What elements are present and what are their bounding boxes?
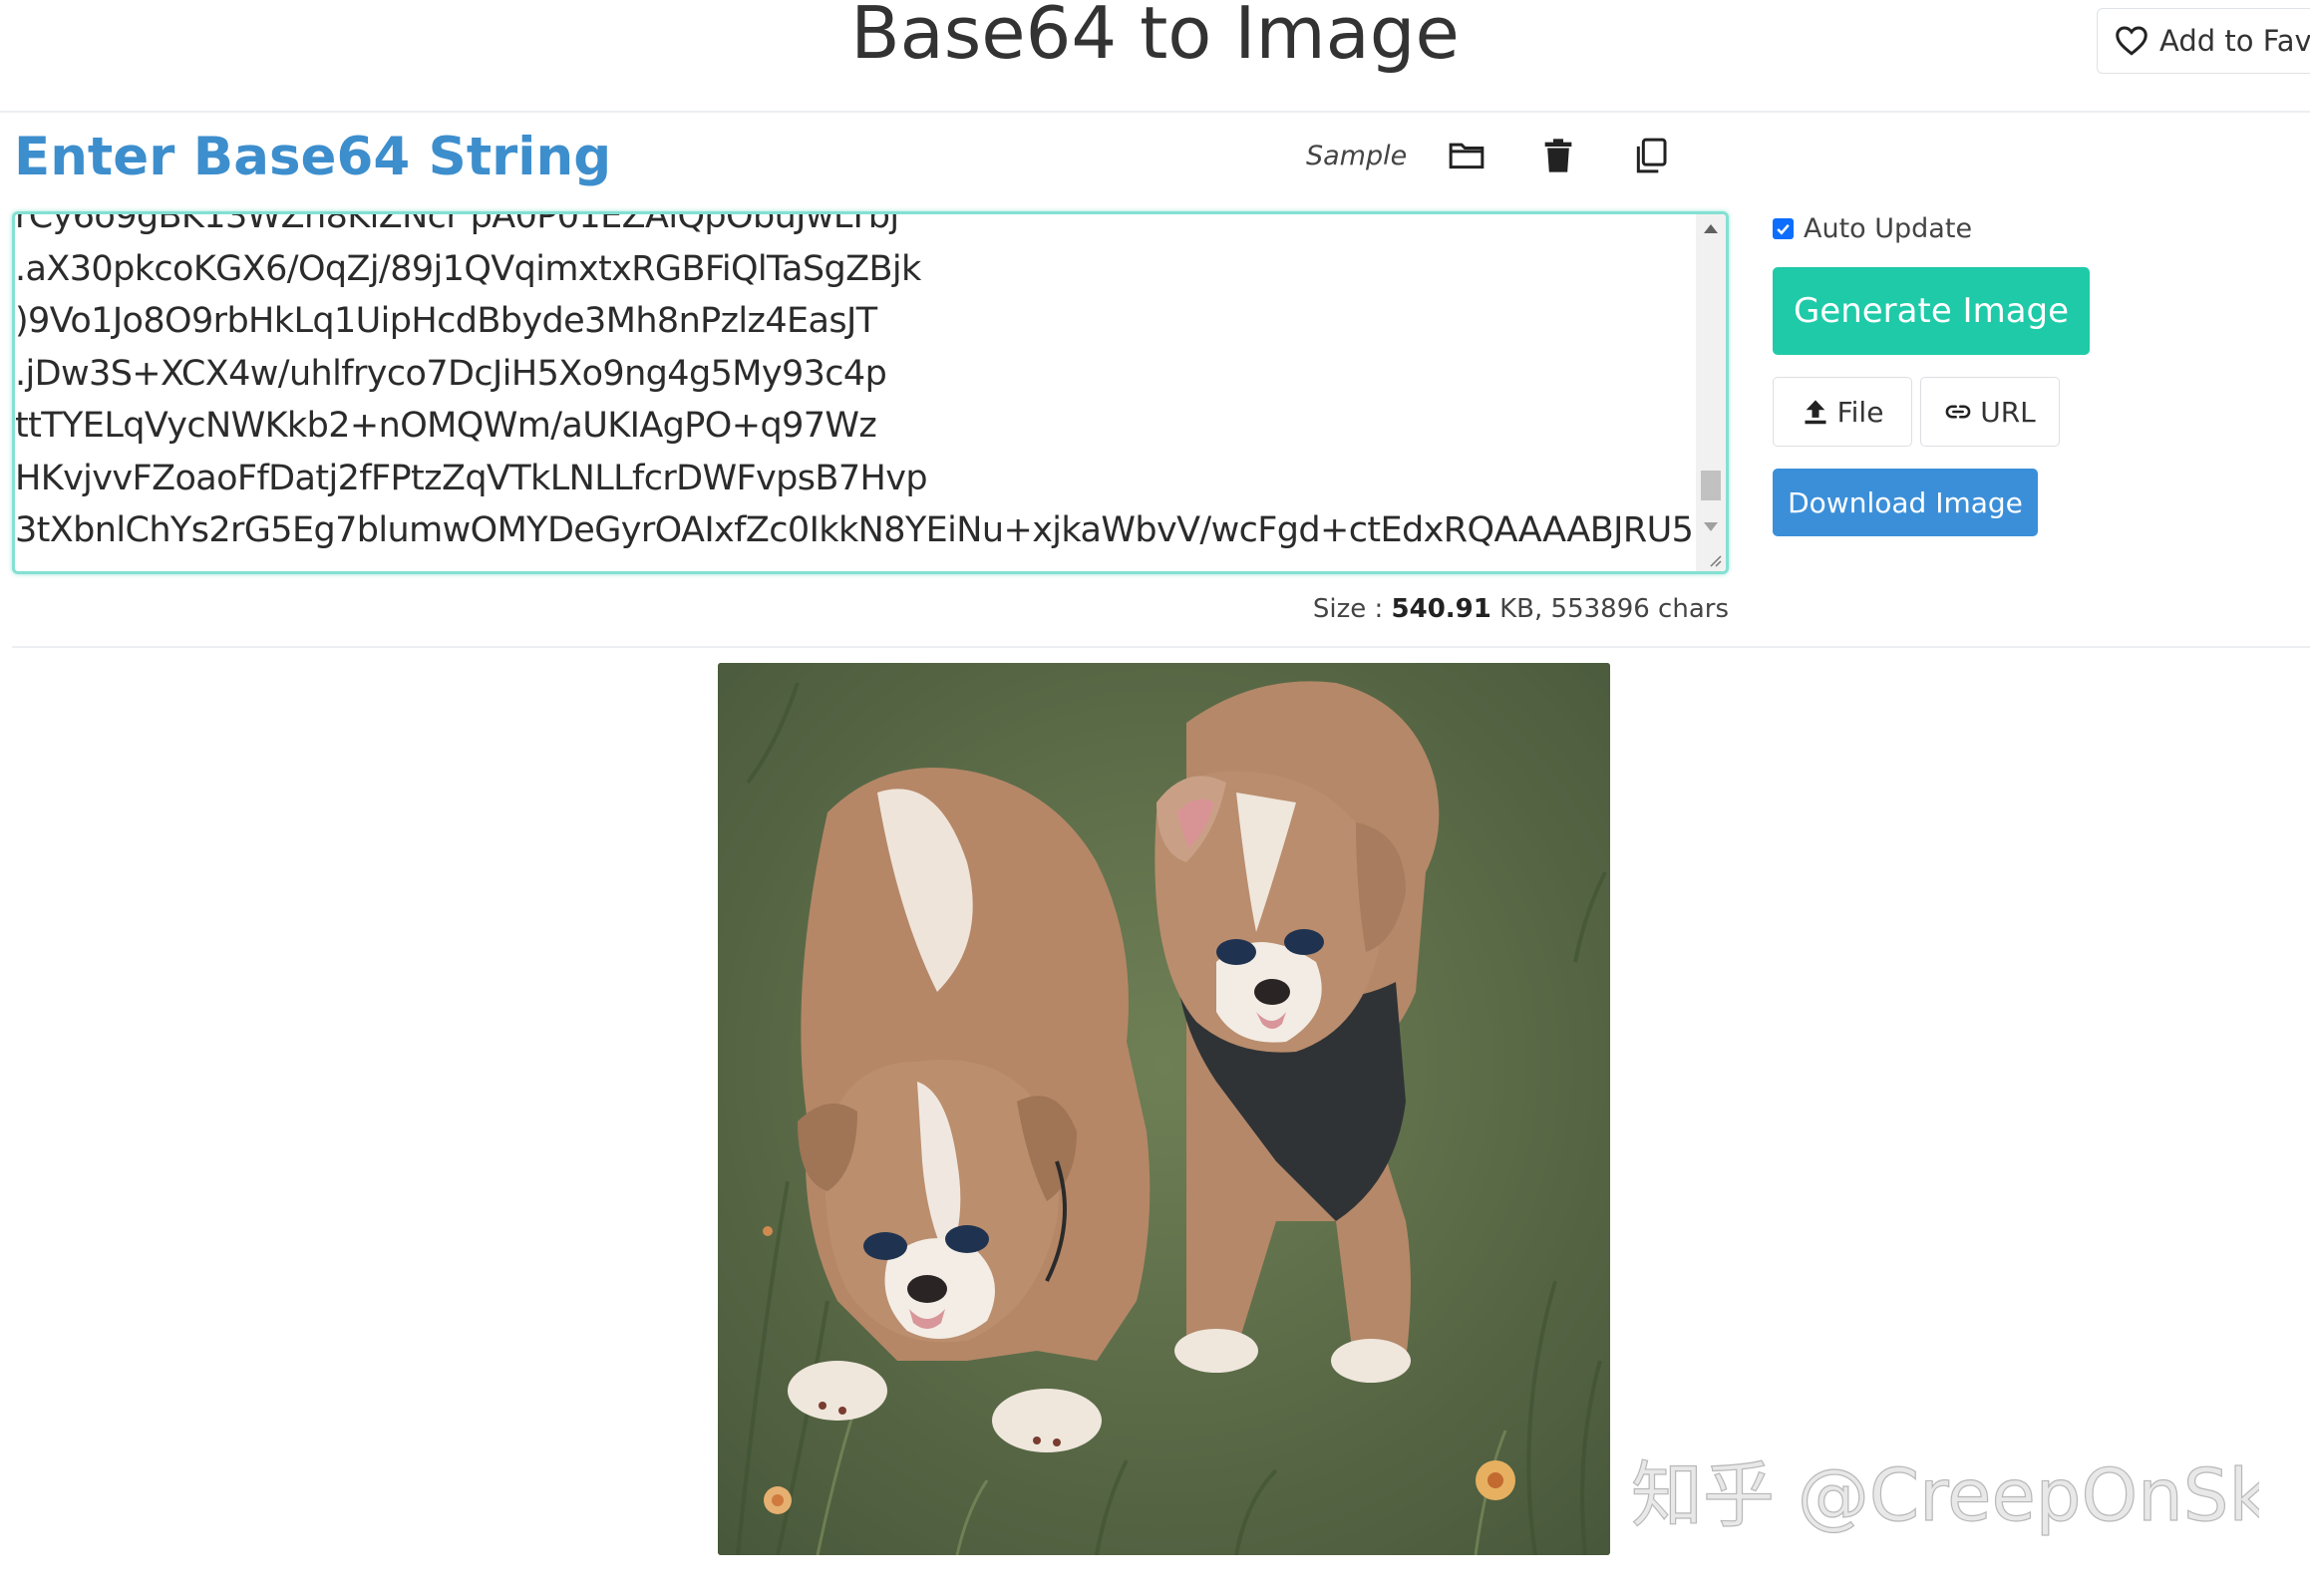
size-info: Size : 540.91 KB, 553896 chars bbox=[1206, 594, 1729, 624]
auto-update-label: Auto Update bbox=[1804, 213, 1973, 244]
size-kb-value: 540.91 bbox=[1391, 594, 1491, 624]
checkmark-icon bbox=[1777, 223, 1790, 235]
download-image-button[interactable]: Download Image bbox=[1773, 469, 2038, 536]
file-button-label: File bbox=[1836, 395, 1884, 429]
clear-button[interactable] bbox=[1536, 134, 1580, 177]
content-divider bbox=[12, 646, 2310, 648]
auto-update-checkbox[interactable] bbox=[1773, 218, 1794, 239]
scroll-up-arrow-icon[interactable] bbox=[1704, 224, 1718, 233]
base64-line: ttTYELqVycNWKkb2+nOMQWm/aUKIAgPO+q97Wz bbox=[15, 406, 877, 446]
auto-update-option[interactable]: Auto Update bbox=[1773, 213, 1972, 244]
base64-line: HKvjvvFZoaoFfDatj2fFPtzZqVTkLNLLfcrDWFvp… bbox=[15, 458, 928, 498]
puppies-illustration bbox=[718, 663, 1610, 1555]
open-file-button[interactable] bbox=[1445, 134, 1488, 177]
base64-line: .aX30pkcoKGX6/OqZj/89j1QVqimxtxRGBFiQlTa… bbox=[15, 248, 921, 289]
copy-icon bbox=[1637, 138, 1667, 173]
heart-icon bbox=[2116, 26, 2147, 56]
base64-line: rCy6o9gBK13WZh8KiZNcr pA0P01EZAiQpObuJwL… bbox=[15, 211, 899, 236]
add-to-fav-button[interactable]: Add to Fav bbox=[2097, 8, 2310, 74]
section-title: Enter Base64 String bbox=[14, 127, 612, 187]
base64-input[interactable]: rCy6o9gBK13WZh8KiZNcr pA0P01EZAiQpObuJwL… bbox=[12, 211, 1729, 574]
file-upload-button[interactable]: File bbox=[1773, 377, 1912, 447]
trash-icon bbox=[1544, 139, 1572, 172]
url-button-label: URL bbox=[1980, 395, 2036, 429]
link-icon bbox=[1945, 405, 1971, 419]
add-to-fav-label: Add to Fav bbox=[2159, 24, 2310, 58]
header-divider bbox=[0, 111, 2310, 113]
url-button[interactable]: URL bbox=[1920, 377, 2060, 447]
size-suffix: KB, 553896 chars bbox=[1499, 594, 1729, 624]
input-toolbar: Sample bbox=[1306, 130, 1720, 181]
svg-text:知乎 @CreepOnSky: 知乎 @CreepOnSky bbox=[1631, 1453, 2259, 1537]
zhihu-watermark: 知乎 @CreepOnSky bbox=[1631, 1452, 2259, 1537]
folder-icon bbox=[1449, 143, 1485, 169]
size-prefix: Size : bbox=[1312, 594, 1384, 624]
scroll-down-arrow-icon[interactable] bbox=[1704, 522, 1718, 531]
base64-line: .jDw3S+XCX4w/uhlfryco7DcJiH5Xo9ng4g5My93… bbox=[15, 353, 887, 394]
base64-input-text: rCy6o9gBK13WZh8KiZNcr pA0P01EZAiQpObuJwL… bbox=[15, 211, 1692, 557]
base64-line: )9Vo1Jo8O9rbHkLq1UipHcdBbyde3Mh8nPzlz4Ea… bbox=[15, 301, 877, 341]
base64-line: 3tXbnlChYs2rG5Eg7blumwOMYDeGyrOAIxfZc0Ik… bbox=[15, 510, 1692, 550]
textarea-scrollbar[interactable] bbox=[1696, 214, 1726, 571]
copy-button[interactable] bbox=[1628, 134, 1672, 177]
sample-link[interactable]: Sample bbox=[1306, 141, 1407, 171]
upload-icon bbox=[1805, 400, 1826, 425]
generate-image-button[interactable]: Generate Image bbox=[1773, 267, 2090, 355]
resize-grip-icon[interactable] bbox=[1708, 553, 1722, 567]
page-title: Base64 to Image bbox=[850, 0, 1460, 75]
decoded-image-preview bbox=[718, 663, 1610, 1555]
scrollbar-thumb[interactable] bbox=[1701, 471, 1721, 501]
